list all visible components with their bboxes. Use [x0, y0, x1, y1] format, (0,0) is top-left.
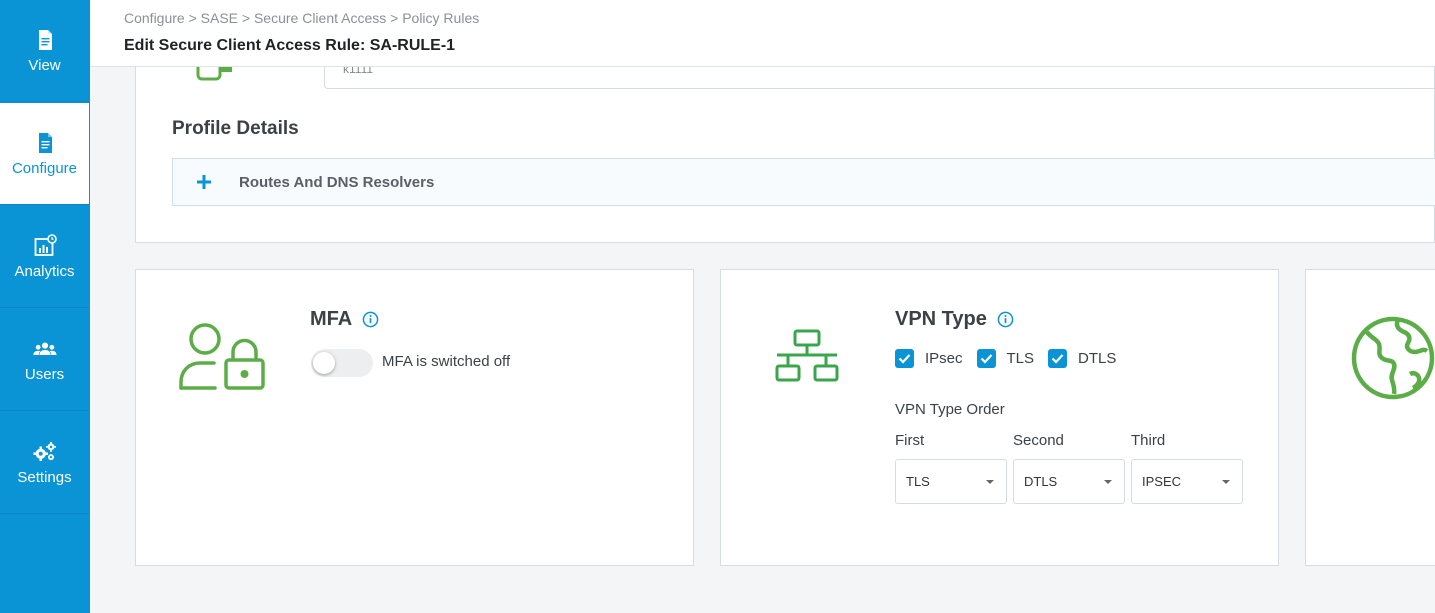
checkbox-label: IPsec: [925, 350, 963, 367]
checkbox-tls[interactable]: TLS: [976, 349, 1035, 368]
page-header: Configure > SASE > Secure Client Access …: [90, 0, 1435, 67]
gears-icon: [32, 439, 58, 465]
order-third-select[interactable]: IPSEC: [1131, 459, 1243, 504]
profile-icon: [196, 67, 232, 81]
mfa-toggle[interactable]: [311, 349, 373, 377]
mfa-toggle-label: MFA is switched off: [382, 353, 511, 370]
sidebar: View Configure Analytics Users Settings: [0, 0, 90, 613]
check-icon[interactable]: [976, 349, 996, 368]
order-first-label: First: [895, 432, 925, 449]
select-value: IPSEC: [1142, 474, 1182, 489]
info-icon[interactable]: [362, 311, 379, 328]
sidebar-item-users[interactable]: Users: [0, 309, 89, 411]
select-value: TLS: [906, 474, 930, 489]
third-card: [1305, 269, 1435, 566]
order-second-label: Second: [1013, 432, 1064, 449]
users-icon: [32, 336, 58, 362]
sidebar-item-view[interactable]: View: [0, 0, 89, 102]
order-third-label: Third: [1131, 432, 1166, 449]
vpn-order-label: VPN Type Order: [895, 401, 1005, 418]
vpn-type-card: VPN Type IPsec TLS DTLS VPN Type Order F…: [720, 269, 1279, 566]
routes-dns-accordion[interactable]: Routes And DNS Resolvers: [172, 158, 1435, 206]
sidebar-item-settings[interactable]: Settings: [0, 412, 89, 514]
sidebar-item-label: Users: [24, 366, 65, 383]
checkbox-dtls[interactable]: DTLS: [1048, 349, 1116, 368]
order-second-select[interactable]: DTLS: [1013, 459, 1125, 504]
breadcrumb[interactable]: Configure > SASE > Secure Client Access …: [124, 10, 479, 26]
check-icon[interactable]: [895, 349, 914, 368]
sidebar-item-configure[interactable]: Configure: [0, 103, 89, 205]
caret-down-icon: [1104, 480, 1112, 484]
select-value: DTLS: [1024, 474, 1058, 489]
user-lock-icon: [179, 323, 265, 390]
mfa-title: MFA: [310, 308, 379, 331]
document-icon: [32, 130, 58, 156]
sidebar-item-label: Settings: [17, 469, 72, 486]
vpn-type-checkboxes: IPsec TLS DTLS: [895, 349, 1130, 368]
network-icon: [775, 329, 839, 382]
globe-icon: [1351, 316, 1435, 400]
profile-details-title: Profile Details: [172, 118, 299, 139]
accordion-label: Routes And DNS Resolvers: [239, 173, 435, 191]
sidebar-item-analytics[interactable]: Analytics: [0, 206, 89, 308]
check-icon[interactable]: [1048, 349, 1068, 368]
sidebar-item-label: Configure: [11, 160, 78, 177]
page-title: Edit Secure Client Access Rule: SA-RULE-…: [124, 37, 456, 54]
profile-details-card: k1111 Profile Details Routes And DNS Res…: [135, 67, 1435, 243]
checkbox-label: TLS: [1006, 350, 1035, 367]
sidebar-item-label: Analytics: [14, 263, 75, 280]
caret-down-icon: [986, 480, 994, 484]
document-icon: [32, 27, 58, 53]
order-first-select[interactable]: TLS: [895, 459, 1007, 504]
name-input[interactable]: k1111: [324, 67, 1435, 89]
vpn-type-title: VPN Type: [895, 308, 1014, 331]
checkbox-label: DTLS: [1078, 350, 1117, 367]
mfa-card: MFA MFA is switched off: [135, 269, 694, 566]
plus-icon[interactable]: [193, 171, 215, 193]
toggle-knob: [313, 352, 335, 374]
caret-down-icon: [1222, 480, 1230, 484]
checkbox-ipsec[interactable]: IPsec: [895, 349, 963, 368]
sidebar-item-label: View: [28, 57, 61, 74]
info-icon[interactable]: [997, 311, 1014, 328]
analytics-icon: [32, 233, 58, 259]
